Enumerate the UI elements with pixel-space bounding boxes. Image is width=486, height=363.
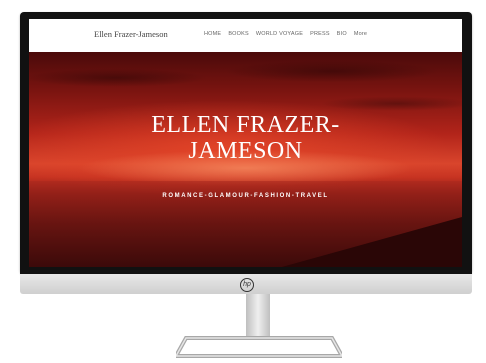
hero-title-line: ELLEN FRAZER- <box>151 112 340 138</box>
hero-title-line: JAMESON <box>188 138 303 164</box>
screen: Ellen Frazer-Jameson HOME BOOKS WORLD VO… <box>29 19 462 267</box>
hero-subtitle: ROMANCE-GLAMOUR-FASHION-TRAVEL <box>162 193 329 199</box>
monitor-stand-base <box>176 336 342 358</box>
site-nav: HOME BOOKS WORLD VOYAGE PRESS BIO More <box>204 31 367 37</box>
hp-logo-icon: hp <box>240 278 254 292</box>
nav-item-books[interactable]: BOOKS <box>228 31 249 37</box>
nav-item-press[interactable]: PRESS <box>310 31 330 37</box>
site-brand[interactable]: Ellen Frazer-Jameson <box>94 29 168 39</box>
nav-item-more[interactable]: More <box>354 31 367 37</box>
nav-item-home[interactable]: HOME <box>204 31 221 37</box>
monitor-stand-neck <box>246 294 270 338</box>
site-header: Ellen Frazer-Jameson HOME BOOKS WORLD VO… <box>29 19 462 52</box>
nav-item-world-voyage[interactable]: WORLD VOYAGE <box>256 31 303 37</box>
hero-title: ELLEN FRAZER- JAMESON <box>29 112 462 164</box>
hero-banner: ELLEN FRAZER- JAMESON ROMANCE-GLAMOUR-FAS… <box>29 52 462 267</box>
nav-item-bio[interactable]: BIO <box>337 31 347 37</box>
hero-coastline <box>282 217 462 267</box>
monitor: Ellen Frazer-Jameson HOME BOOKS WORLD VO… <box>20 12 472 274</box>
